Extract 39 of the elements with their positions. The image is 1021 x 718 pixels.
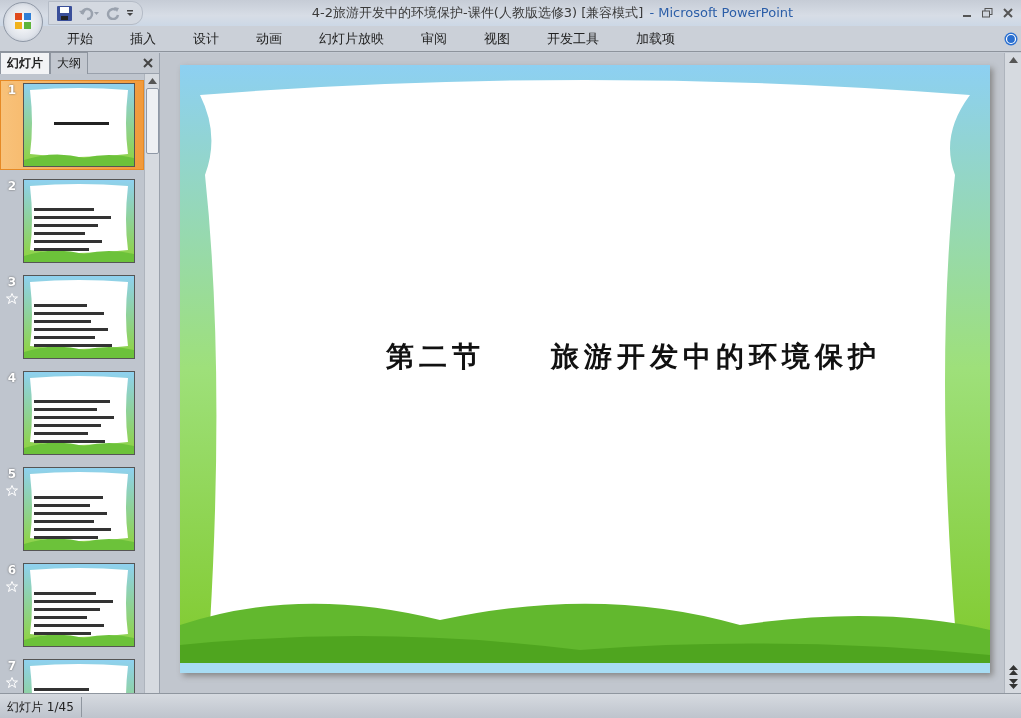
ribbon-tab[interactable]: 插入 bbox=[121, 25, 165, 52]
scrollbar-thumb[interactable] bbox=[145, 88, 159, 154]
slide-thumbnail[interactable] bbox=[23, 275, 135, 359]
scroll-up-arrow-icon[interactable] bbox=[147, 78, 157, 84]
ribbon-tab[interactable]: 设计 bbox=[184, 25, 228, 52]
slide-position: 幻灯片 1/45 bbox=[0, 697, 82, 717]
pane-tab[interactable]: 大纲 bbox=[50, 52, 88, 74]
ribbon-tab[interactable]: 加载项 bbox=[627, 25, 684, 52]
window-title: 4-2旅游开发中的环境保护-课件(人教版选修3) [兼容模式] - Microsoft PowerPoint bbox=[310, 4, 795, 22]
scrollbar[interactable] bbox=[144, 74, 159, 693]
ribbon-tab[interactable]: 审阅 bbox=[412, 25, 456, 52]
slide-number: 7 bbox=[7, 659, 17, 673]
scroll-up-arrow-icon[interactable] bbox=[1008, 57, 1018, 63]
ribbon-tab[interactable]: 开始 bbox=[58, 25, 102, 52]
ribbon-tab[interactable]: 视图 bbox=[475, 25, 519, 52]
restore-icon[interactable] bbox=[982, 8, 993, 18]
slide-title: 第二节 旅游开发中的环境保护 bbox=[385, 339, 881, 375]
close-icon[interactable] bbox=[143, 58, 153, 68]
slide-thumbnail[interactable] bbox=[23, 83, 135, 167]
slide-thumbnail[interactable] bbox=[23, 467, 135, 551]
scrollbar[interactable] bbox=[1004, 53, 1021, 693]
help-icon[interactable] bbox=[1004, 31, 1018, 46]
slide-number: 5 bbox=[7, 467, 17, 481]
slide-number: 3 bbox=[7, 275, 17, 289]
slide-thumbnail[interactable] bbox=[23, 371, 135, 455]
slide-thumbnail[interactable] bbox=[23, 179, 135, 263]
slide-number: 6 bbox=[7, 563, 17, 577]
slide-thumbnail[interactable] bbox=[23, 563, 135, 647]
slide-number: 2 bbox=[7, 179, 17, 193]
slide-number: 1 bbox=[7, 83, 17, 97]
ribbon-tab[interactable]: 动画 bbox=[247, 25, 291, 52]
slide-navigation-arrows-icon[interactable] bbox=[1008, 665, 1018, 689]
slide-number: 4 bbox=[7, 371, 17, 385]
save-icon[interactable] bbox=[57, 5, 72, 21]
ribbon-tab[interactable]: 开发工具 bbox=[538, 25, 608, 52]
close-icon[interactable] bbox=[1003, 8, 1013, 18]
ribbon-tab[interactable]: 幻灯片放映 bbox=[310, 25, 393, 52]
customize-dropdown-icon[interactable] bbox=[126, 9, 134, 17]
pane-tab[interactable]: 幻灯片 bbox=[0, 52, 50, 74]
